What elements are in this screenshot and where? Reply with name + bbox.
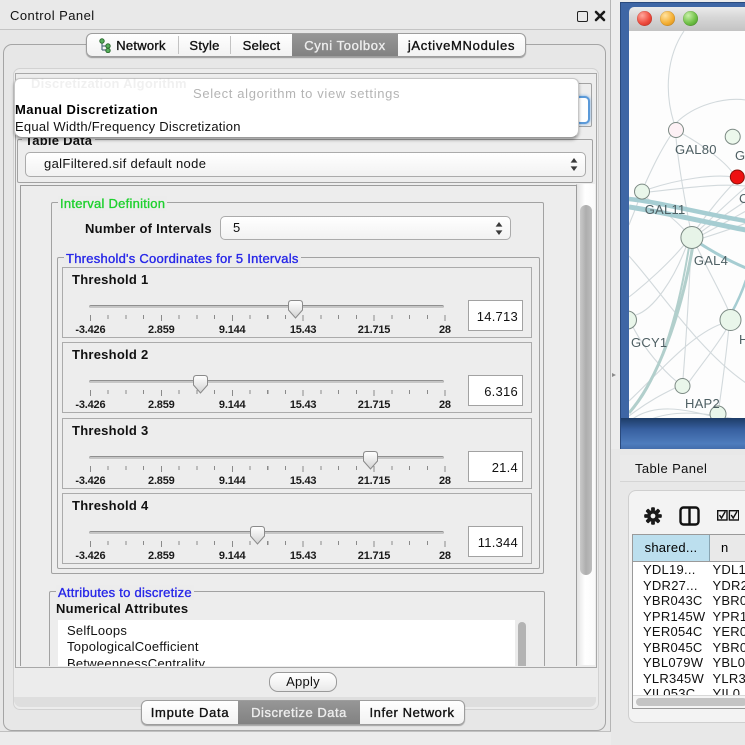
svg-text:HAP2: HAP2 [685,396,720,411]
svg-text:H: H [739,332,745,347]
svg-text:GA: GA [735,148,745,163]
svg-text:GAL80: GAL80 [675,142,717,157]
svg-text:GAL4: GAL4 [694,253,728,268]
svg-text:GAL11: GAL11 [645,202,686,217]
svg-text:C: C [739,191,745,206]
svg-text:GCY1: GCY1 [631,335,667,350]
